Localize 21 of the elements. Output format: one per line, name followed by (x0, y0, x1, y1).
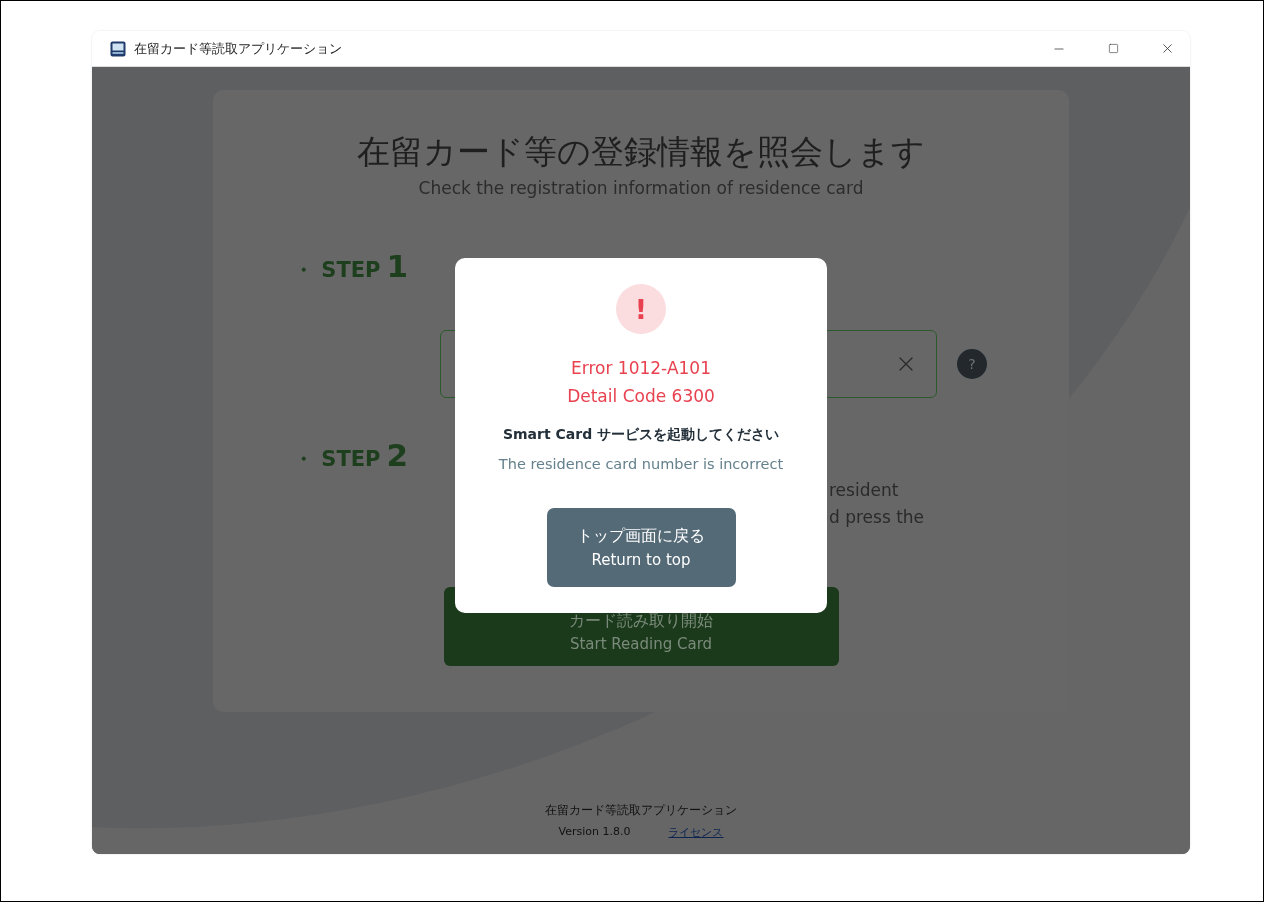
step-label: ・ STEP (293, 446, 381, 473)
help-icon[interactable]: ? (957, 349, 987, 379)
warning-icon: ! (616, 284, 666, 334)
step-label: ・ STEP (293, 257, 381, 284)
step-number: 2 (386, 437, 409, 473)
step-number: 1 (386, 248, 409, 284)
error-code: Error 1012-A101 (571, 357, 711, 380)
card-reader-app-icon (110, 40, 126, 57)
step-instruction-text: d press the (829, 506, 926, 529)
footer-app-name: 在留カード等読取アプリケーション (545, 802, 737, 819)
page-subheading: Check the registration information of residence card (418, 178, 864, 198)
step-instruction-text: resident (829, 479, 900, 502)
license-link[interactable]: ライセンス (668, 825, 724, 840)
maximize-icon[interactable] (1107, 43, 1119, 54)
detail-code: Detail Code 6300 (567, 385, 715, 408)
error-message-english: The residence card number is incorrect (498, 456, 784, 472)
return-to-top-button[interactable]: トップ画面に戻る Return to top (546, 508, 736, 587)
error-message: Smart Card サービスを起動してください (502, 426, 780, 444)
page-heading: 在留カード等の登録情報を照会します (357, 131, 925, 173)
window-title: 在留カード等読取アプリケーション (134, 39, 343, 58)
version-text: Version 1.8.0 (558, 825, 631, 840)
